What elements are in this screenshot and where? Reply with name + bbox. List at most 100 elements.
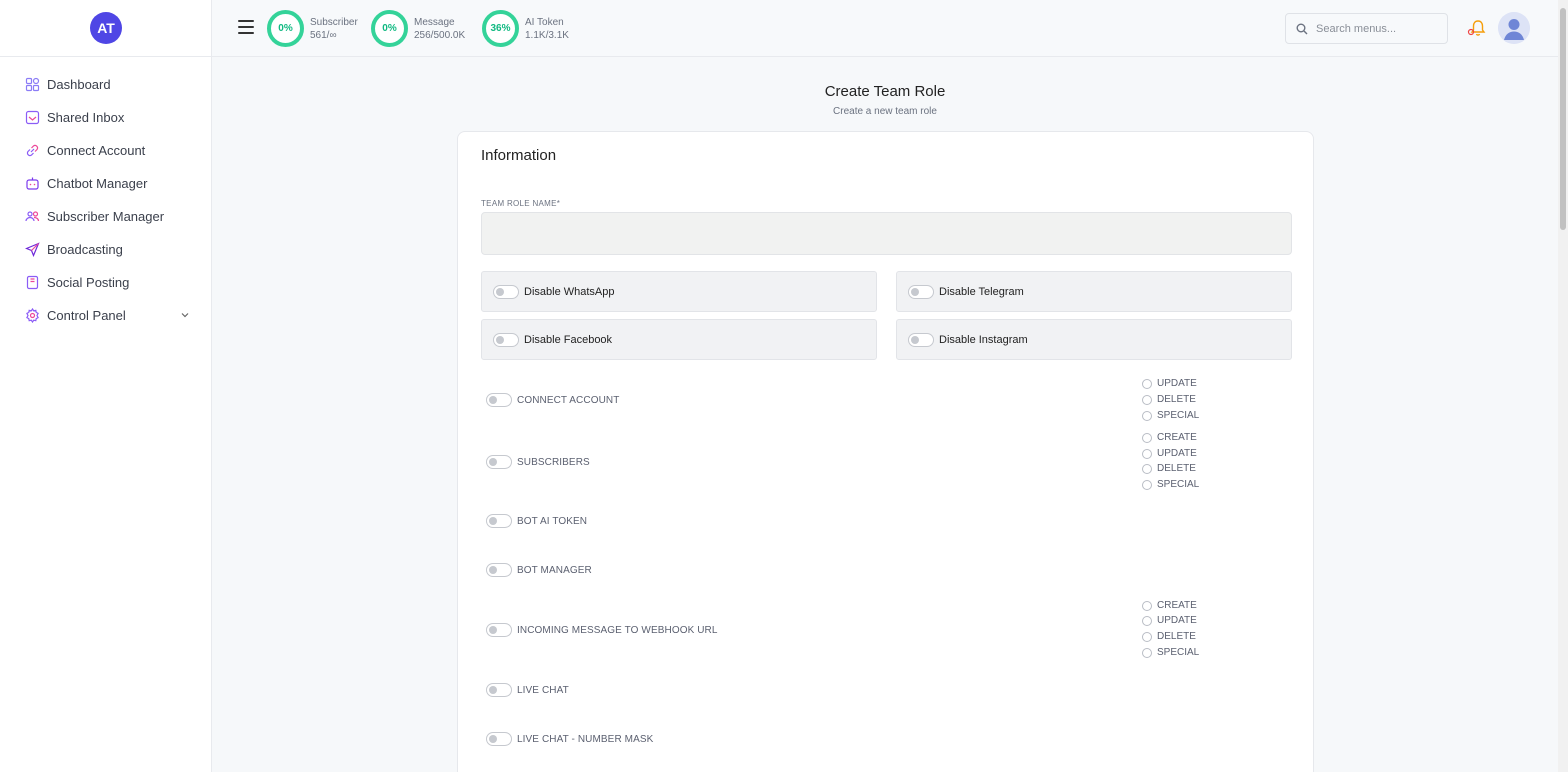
gear-icon — [25, 308, 40, 323]
permission-incoming-webhook[interactable]: INCOMING MESSAGE TO WEBHOOK URL — [486, 623, 718, 637]
radio-button[interactable] — [1142, 410, 1152, 421]
page-subtitle: Create a new team role — [833, 106, 937, 117]
toggle-label: Disable Instagram — [939, 333, 1028, 346]
toggle-switch[interactable] — [493, 332, 519, 347]
webhook-update-option[interactable]: UPDATE — [1142, 615, 1197, 626]
permission-bot-ai-token[interactable]: BOT AI TOKEN — [486, 514, 587, 528]
permission-label: LIVE CHAT — [517, 684, 569, 696]
subscriber-progress-ring: 0% — [267, 10, 304, 47]
menu-toggle-icon[interactable] — [238, 20, 254, 36]
radio-button[interactable] — [1142, 448, 1152, 459]
radio-button[interactable] — [1142, 631, 1152, 642]
toggle-switch[interactable] — [486, 455, 512, 469]
permission-live-chat[interactable]: LIVE CHAT — [486, 683, 569, 697]
permission-bot-manager[interactable]: BOT MANAGER — [486, 563, 592, 577]
option-label: UPDATE — [1157, 615, 1197, 626]
radio-button[interactable] — [1142, 378, 1152, 389]
toggle-label: Disable Facebook — [524, 333, 613, 346]
disable-facebook-toggle[interactable]: Disable Facebook — [481, 319, 877, 360]
disable-instagram-toggle[interactable]: Disable Instagram — [896, 319, 1292, 360]
disable-whatsapp-toggle[interactable]: Disable WhatsApp — [481, 271, 877, 312]
sidebar-item-connect-account[interactable]: Connect Account — [0, 134, 212, 167]
subscribers-create-option[interactable]: CREATE — [1142, 432, 1197, 443]
radio-button[interactable] — [1142, 432, 1152, 443]
toggle-switch[interactable] — [486, 514, 512, 528]
topbar: 0% Subscriber 561/∞ 0% Message 256/500.0… — [212, 0, 1558, 57]
sidebar-item-label: Shared Inbox — [47, 110, 125, 125]
option-label: DELETE — [1157, 394, 1196, 405]
toggle-switch[interactable] — [493, 284, 519, 299]
permission-label: BOT MANAGER — [517, 564, 592, 576]
option-label: CREATE — [1157, 600, 1197, 611]
radio-button[interactable] — [1142, 647, 1152, 658]
option-label: SPECIAL — [1157, 410, 1200, 421]
message-label: Message — [414, 16, 455, 28]
toggle-switch[interactable] — [486, 732, 512, 746]
dashboard-icon — [25, 77, 40, 92]
sidebar-item-control-panel[interactable]: Control Panel — [0, 299, 212, 332]
page-scrollbar[interactable] — [1558, 0, 1568, 772]
toggle-switch[interactable] — [908, 332, 934, 347]
search-input[interactable] — [1316, 22, 1436, 35]
scrollbar-thumb[interactable] — [1560, 8, 1566, 230]
permission-connect-account[interactable]: CONNECT ACCOUNT — [486, 393, 619, 407]
toggle-switch[interactable] — [908, 284, 934, 299]
toggle-label: Disable WhatsApp — [524, 285, 615, 298]
bot-icon — [25, 176, 40, 191]
link-icon — [25, 143, 40, 158]
connect-account-update-option[interactable]: UPDATE — [1142, 378, 1197, 389]
permission-label: CONNECT ACCOUNT — [517, 394, 620, 406]
option-label: DELETE — [1157, 463, 1196, 474]
search-icon — [1296, 23, 1308, 34]
sidebar-item-shared-inbox[interactable]: Shared Inbox — [0, 101, 212, 134]
webhook-delete-option[interactable]: DELETE — [1142, 631, 1196, 642]
avatar[interactable] — [1498, 12, 1530, 44]
sidebar-item-chatbot-manager[interactable]: Chatbot Manager — [0, 167, 212, 200]
subscribers-special-option[interactable]: SPECIAL — [1142, 479, 1199, 490]
page-title: Create Team Role — [824, 83, 946, 100]
sidebar-nav: Dashboard Shared Inbox Connect Account C… — [0, 68, 212, 332]
card-title: Information — [481, 147, 557, 164]
sidebar-header: AT — [0, 0, 211, 57]
webhook-create-option[interactable]: CREATE — [1142, 600, 1197, 611]
toggle-label: Disable Telegram — [939, 285, 1024, 298]
sidebar-item-subscriber-manager[interactable]: Subscriber Manager — [0, 200, 212, 233]
connect-account-special-option[interactable]: SPECIAL — [1142, 410, 1199, 421]
sidebar-item-social-posting[interactable]: Social Posting — [0, 266, 212, 299]
ai-token-value: 1.1K/3.1K — [525, 29, 569, 41]
search-box — [1285, 13, 1448, 44]
message-progress-ring: 0% — [371, 10, 408, 47]
team-role-name-input[interactable] — [481, 212, 1292, 255]
subscribers-delete-option[interactable]: DELETE — [1142, 463, 1196, 474]
sidebar-item-label: Chatbot Manager — [47, 176, 148, 191]
radio-button[interactable] — [1142, 600, 1152, 611]
radio-button[interactable] — [1142, 463, 1152, 474]
toggle-switch[interactable] — [486, 563, 512, 577]
connect-account-delete-option[interactable]: DELETE — [1142, 394, 1196, 405]
information-card: Information TEAM ROLE NAME* Disable What… — [457, 131, 1314, 772]
ai-token-progress-ring: 36% — [482, 10, 519, 47]
option-label: SPECIAL — [1157, 479, 1200, 490]
disable-telegram-toggle[interactable]: Disable Telegram — [896, 271, 1292, 312]
sidebar-item-broadcasting[interactable]: Broadcasting — [0, 233, 212, 266]
radio-button[interactable] — [1142, 394, 1152, 405]
subscriber-label: Subscriber — [310, 16, 358, 28]
subscriber-usage: 0% Subscriber 561/∞ — [267, 10, 358, 47]
toggle-switch[interactable] — [486, 393, 512, 407]
user-initials-logo[interactable]: AT — [90, 12, 122, 44]
webhook-special-option[interactable]: SPECIAL — [1142, 647, 1199, 658]
permission-live-chat-number-mask[interactable]: LIVE CHAT - NUMBER MASK — [486, 732, 653, 746]
bell-icon[interactable] — [1467, 18, 1489, 38]
sidebar-item-label: Broadcasting — [47, 242, 123, 257]
radio-button[interactable] — [1142, 615, 1152, 626]
toggle-switch[interactable] — [486, 623, 512, 637]
sidebar-item-dashboard[interactable]: Dashboard — [0, 68, 212, 101]
ai-token-usage: 36% AI Token 1.1K/3.1K — [482, 10, 569, 47]
toggle-switch[interactable] — [486, 683, 512, 697]
team-role-name-label: TEAM ROLE NAME* — [481, 199, 561, 208]
radio-button[interactable] — [1142, 479, 1152, 490]
subscribers-update-option[interactable]: UPDATE — [1142, 448, 1197, 459]
permission-subscribers[interactable]: SUBSCRIBERS — [486, 455, 590, 469]
sidebar: AT Dashboard Shared Inbox Connect Accoun… — [0, 0, 212, 772]
chevron-down-icon[interactable] — [180, 310, 190, 320]
